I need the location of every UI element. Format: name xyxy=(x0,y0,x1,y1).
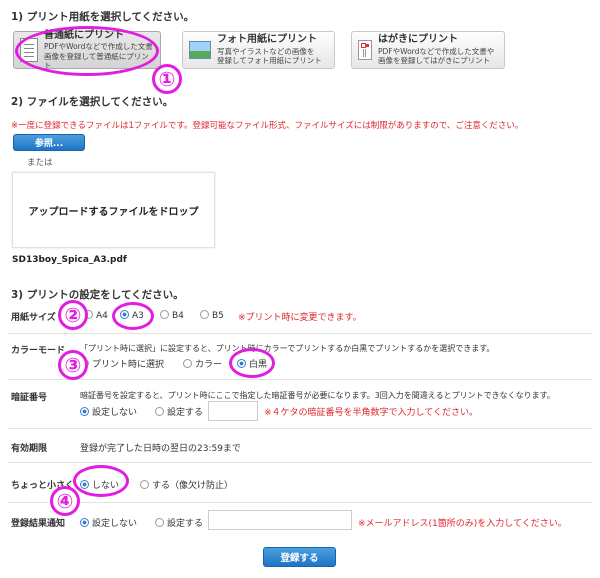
plain-paper-desc1: PDFやWordなどで作成した文書 xyxy=(44,42,153,52)
radio-icon xyxy=(140,480,149,489)
postcard-title: はがきにプリント xyxy=(378,34,458,46)
dropzone-label: アップロードするファイルをドロップ xyxy=(28,206,199,218)
option-label: 設定する xyxy=(167,519,204,529)
option-label: プリント時に選択 xyxy=(92,360,165,370)
color-mode-desc: 「プリント時に選択」に設定すると、プリント時にカラーでプリントするか白黒でプリン… xyxy=(80,344,495,353)
option-label: 設定する xyxy=(167,408,204,418)
radio-selected-icon xyxy=(120,310,129,319)
paper-size-a3[interactable]: A3 xyxy=(120,310,144,321)
paper-size-label: 用紙サイズ xyxy=(11,313,56,323)
radio-icon xyxy=(155,518,164,527)
plain-paper-title: 普通紙にプリント xyxy=(44,29,124,41)
color-mode-label: カラーモード xyxy=(11,346,66,356)
pin-label: 暗証番号 xyxy=(11,393,48,403)
photo-paper-desc1: 写真やイラストなどの画像を xyxy=(217,46,315,56)
marker-2: ② xyxy=(58,300,88,330)
notify-on[interactable]: 設定する xyxy=(155,516,203,529)
option-label: 設定しない xyxy=(92,519,138,529)
option-label: する（像欠け防止） xyxy=(152,481,234,491)
notify-off[interactable]: 設定しない xyxy=(80,516,137,529)
or-label: または xyxy=(27,158,53,168)
radio-selected-icon xyxy=(237,359,246,368)
divider xyxy=(8,333,592,334)
radio-icon xyxy=(160,310,169,319)
plain-paper-desc2: 画像を登録して普通紙にプリント xyxy=(44,51,149,70)
divider xyxy=(8,462,592,463)
divider xyxy=(8,428,592,429)
section2-title: 2) ファイルを選択してください。 xyxy=(11,96,174,108)
radio-selected-icon xyxy=(80,480,89,489)
paper-size-note: ※プリント時に変更できます。 xyxy=(238,313,362,323)
plain-paper-button[interactable]: 普通紙にプリント PDFやWordなどで作成した文書 画像を登録して普通紙にプリ… xyxy=(13,29,161,70)
pin-note: ※４ケタの暗証番号を半角数字で入力してください。 xyxy=(264,408,479,418)
photo-icon xyxy=(189,41,211,59)
browse-button[interactable]: 参照... xyxy=(13,134,85,151)
email-input[interactable] xyxy=(208,510,352,530)
section3-title: 3) プリントの設定をしてください。 xyxy=(11,289,184,301)
option-label: B5 xyxy=(212,311,224,321)
color-mode-ask[interactable]: プリント時に選択 xyxy=(80,357,164,370)
marker-3: ③ xyxy=(58,350,88,380)
color-mode-color[interactable]: カラー xyxy=(183,357,222,370)
divider xyxy=(8,502,592,503)
pin-input[interactable] xyxy=(208,401,258,421)
pin-desc: 暗証番号を設定すると、プリント時にここで指定した暗証番号が必要になります。3回入… xyxy=(80,391,555,400)
radio-icon xyxy=(155,407,164,416)
option-label: 白黒 xyxy=(249,360,268,370)
option-label: カラー xyxy=(195,360,223,370)
photo-paper-button[interactable]: フォト用紙にプリント 写真やイラストなどの画像を 登録してフォト用紙にプリント xyxy=(182,31,335,69)
radio-selected-icon xyxy=(80,407,89,416)
section1-title: 1) プリント用紙を選択してください。 xyxy=(11,11,195,23)
notify-label: 登録結果通知 xyxy=(11,519,66,529)
photo-paper-desc2: 登録してフォト用紙にプリント xyxy=(217,56,322,66)
color-mode-mono[interactable]: 白黒 xyxy=(237,357,267,370)
document-icon xyxy=(20,38,38,62)
option-label: B4 xyxy=(172,311,184,321)
paper-size-b4[interactable]: B4 xyxy=(160,310,184,321)
radio-icon xyxy=(200,310,209,319)
postcard-desc1: PDFやWordなどで作成した文書や xyxy=(378,46,495,56)
selected-filename: SD13boy_Spica_A3.pdf xyxy=(12,255,127,265)
shrink-on[interactable]: する（像欠け防止） xyxy=(140,478,233,491)
radio-selected-icon xyxy=(80,518,89,527)
option-label: 設定しない xyxy=(92,408,138,418)
option-label: しない xyxy=(92,481,120,491)
file-limit-notice: ※一度に登録できるファイルは1ファイルです。登録可能なファイル形式、ファイルサイ… xyxy=(11,121,524,131)
file-dropzone[interactable]: アップロードするファイルをドロップ xyxy=(12,172,215,248)
pin-off[interactable]: 設定しない xyxy=(80,405,137,418)
postcard-desc2: 画像を登録してはがきにプリント xyxy=(378,56,491,66)
option-label: A4 xyxy=(96,311,108,321)
paper-size-b5[interactable]: B5 xyxy=(200,310,224,321)
radio-icon xyxy=(183,359,192,368)
notify-note: ※メールアドレス(1箇所のみ)を入力してください。 xyxy=(358,519,567,529)
expiry-value: 登録が完了した日時の翌日の23:59まで xyxy=(80,444,241,454)
submit-button[interactable]: 登録する xyxy=(263,547,336,567)
option-label: A3 xyxy=(132,311,144,321)
marker-4: ④ xyxy=(50,486,80,516)
marker-1: ① xyxy=(152,64,182,94)
pin-on[interactable]: 設定する xyxy=(155,405,203,418)
postcard-icon xyxy=(358,40,372,60)
photo-paper-title: フォト用紙にプリント xyxy=(217,34,317,46)
postcard-button[interactable]: はがきにプリント PDFやWordなどで作成した文書や 画像を登録してはがきにプ… xyxy=(351,31,505,69)
expiry-label: 有効期限 xyxy=(11,444,48,454)
shrink-off[interactable]: しない xyxy=(80,478,119,491)
divider xyxy=(8,379,592,380)
